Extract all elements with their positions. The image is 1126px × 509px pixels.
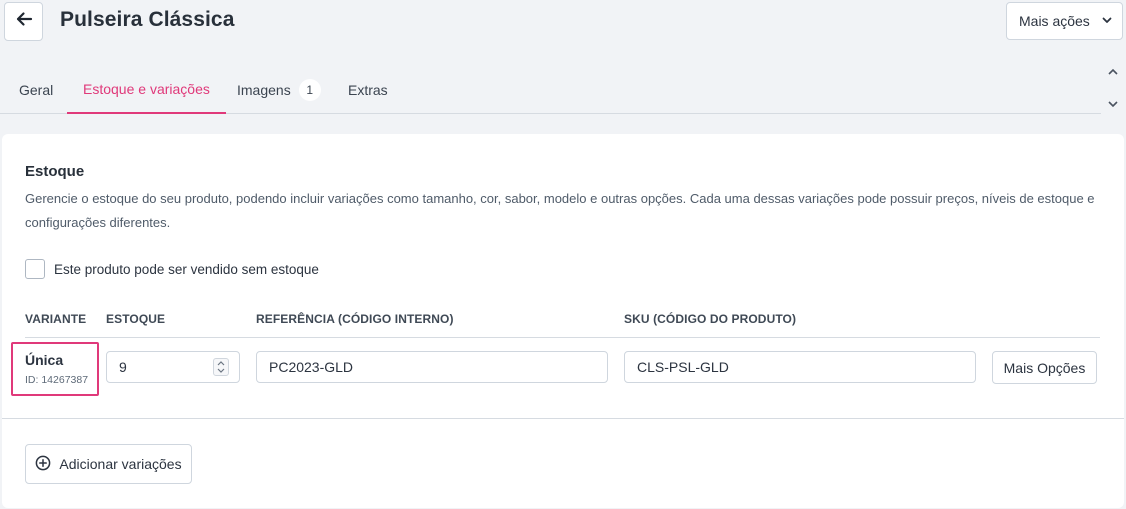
column-header-reference: REFERÊNCIA (CÓDIGO INTERNO) [256, 312, 454, 326]
tab-count-badge: 1 [298, 78, 321, 101]
arrow-left-icon [14, 9, 34, 34]
sell-without-stock-row: Este produto pode ser vendido sem estoqu… [25, 259, 319, 279]
chevron-down-icon [1101, 13, 1113, 29]
tab-imagens[interactable]: Imagens 1 [237, 66, 321, 113]
more-actions-label: Mais ações [1019, 13, 1090, 29]
column-header-stock: ESTOQUE [106, 312, 166, 326]
column-header-sku: SKU (CÓDIGO DO PRODUTO) [624, 312, 797, 326]
page-title: Pulseira Clássica [60, 8, 235, 31]
tab-label: Extras [348, 81, 388, 98]
stock-quantity-value: 9 [119, 359, 127, 375]
variant-name: Única [25, 352, 64, 368]
column-header-variant: VARIANTE [25, 312, 87, 326]
add-variations-label: Adicionar variações [59, 456, 182, 472]
more-actions-button[interactable]: Mais ações [1006, 2, 1123, 40]
stock-quantity-input[interactable]: 9 [106, 351, 240, 383]
tab-label: Imagens [237, 81, 291, 98]
stock-card: Estoque Gerencie o estoque do seu produt… [2, 134, 1124, 508]
reference-input[interactable]: PC2023-GLD [256, 351, 608, 383]
row-divider [2, 418, 1124, 419]
variant-highlight [11, 342, 99, 396]
tab-extras[interactable]: Extras [348, 66, 388, 113]
tab-geral[interactable]: Geral [19, 66, 53, 113]
sell-without-stock-label: Este produto pode ser vendido sem estoqu… [54, 261, 319, 277]
more-options-label: Mais Opções [1003, 359, 1086, 376]
section-description: Gerencie o estoque do seu produto, poden… [25, 191, 1095, 230]
sell-without-stock-checkbox[interactable] [25, 259, 45, 279]
tab-label: Geral [19, 81, 54, 98]
plus-circle-icon [35, 455, 51, 474]
header-divider [25, 337, 1100, 338]
back-button[interactable] [4, 2, 43, 41]
quantity-stepper[interactable] [213, 358, 229, 376]
add-variations-button[interactable]: Adicionar variações [25, 444, 192, 484]
tab-bar: Geral Estoque e variações Imagens 1 Extr… [0, 66, 1101, 114]
section-title: Estoque [25, 163, 85, 180]
more-options-button[interactable]: Mais Opções [992, 351, 1097, 384]
chevron-up-icon[interactable] [1107, 64, 1119, 82]
reference-value: PC2023-GLD [269, 359, 354, 375]
tab-estoque-e-variacoes[interactable]: Estoque e variações [67, 66, 226, 114]
sku-input[interactable]: CLS-PSL-GLD [624, 351, 976, 383]
variant-id: ID: 14267387 [25, 374, 89, 386]
scroll-arrows[interactable] [1104, 64, 1122, 114]
chevron-down-icon[interactable] [1107, 96, 1119, 114]
tab-label: Estoque e variações [83, 81, 210, 97]
sku-value: CLS-PSL-GLD [637, 359, 729, 375]
